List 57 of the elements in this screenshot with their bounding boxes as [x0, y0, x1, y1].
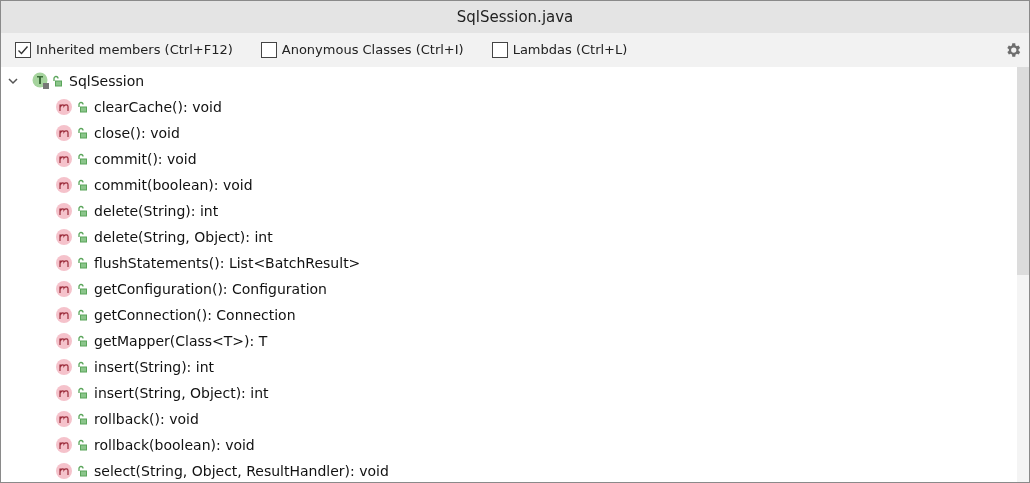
tree-item-label[interactable]: getConnection(): Connection — [94, 304, 296, 326]
tree-item-label[interactable]: delete(String, Object): int — [94, 226, 273, 248]
tree-item-label[interactable]: commit(boolean): void — [94, 174, 253, 196]
checkbox-label: Anonymous Classes (Ctrl+I) — [281, 41, 464, 60]
lock-icon — [77, 465, 87, 477]
lock-icon — [77, 179, 87, 191]
tree-item-label[interactable]: delete(String): int — [94, 200, 219, 222]
tree-item-label[interactable]: rollback(): void — [94, 408, 199, 430]
chevron-down-icon[interactable] — [7, 75, 19, 87]
lock-icon — [77, 439, 87, 451]
lock-icon — [77, 127, 87, 139]
tree-item-label[interactable]: getMapper(Class<T>): T — [94, 330, 268, 352]
lock-icon — [77, 387, 87, 399]
method-icon — [55, 124, 73, 142]
checkbox[interactable] — [260, 42, 277, 58]
method-icon — [55, 384, 73, 402]
method-icon — [55, 358, 73, 376]
tree-item-label[interactable]: getConfiguration(): Configuration — [94, 278, 327, 300]
lock-icon — [77, 257, 87, 269]
method-icon — [55, 176, 73, 194]
method-icon — [55, 410, 73, 428]
method-icon — [55, 202, 73, 220]
scrollbar[interactable] — [1017, 67, 1029, 482]
tree-item-label[interactable]: clearCache(): void — [94, 96, 222, 118]
checkbox[interactable] — [491, 42, 508, 58]
method-icon — [55, 98, 73, 116]
lock-icon — [77, 101, 87, 113]
method-icon — [55, 280, 73, 298]
tree-item-label[interactable]: insert(String, Object): int — [94, 382, 269, 404]
checkbox-label: Lambdas (Ctrl+L) — [512, 41, 628, 60]
lock-icon — [52, 75, 62, 87]
interface-icon — [32, 72, 50, 90]
lock-icon — [77, 283, 87, 295]
method-icon — [55, 228, 73, 246]
tree-item-label[interactable]: rollback(boolean): void — [94, 434, 255, 456]
tree-item-label[interactable]: SqlSession — [69, 70, 145, 92]
lock-icon — [77, 231, 87, 243]
tree-item-label[interactable]: commit(): void — [94, 148, 197, 170]
lock-icon — [77, 309, 87, 321]
lock-icon — [77, 335, 87, 347]
lock-icon — [77, 153, 87, 165]
lock-icon — [77, 205, 87, 217]
method-icon — [55, 436, 73, 454]
window-title: SqlSession.java — [456, 6, 574, 28]
method-icon — [55, 462, 73, 480]
lock-icon — [77, 361, 87, 373]
method-icon — [55, 254, 73, 272]
checkbox[interactable] — [15, 42, 31, 58]
tree-item-label[interactable]: flushStatements(): List<BatchResult> — [94, 252, 361, 274]
method-icon — [55, 150, 73, 168]
checkbox-label: Inherited members (Ctrl+F12) — [36, 41, 233, 60]
method-icon — [55, 306, 73, 324]
tree-item-label[interactable]: close(): void — [94, 122, 180, 144]
tree-item-label[interactable]: select(String, Object, ResultHandler): void — [94, 460, 389, 482]
method-icon — [55, 332, 73, 350]
tree-item-label[interactable]: insert(String): int — [94, 356, 215, 378]
lock-icon — [77, 413, 87, 425]
